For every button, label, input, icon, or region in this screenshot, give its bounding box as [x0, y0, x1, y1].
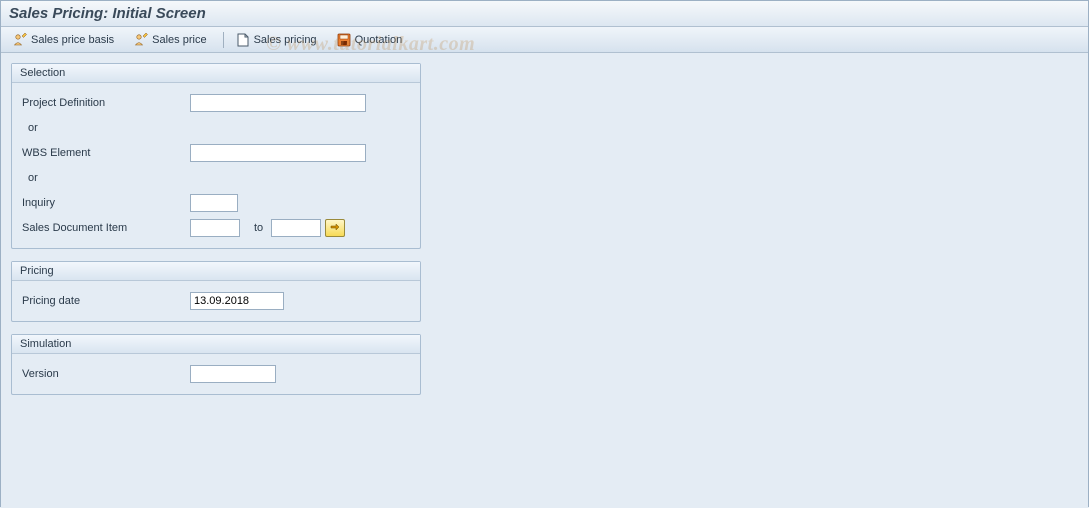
- arrow-right-icon: [330, 222, 340, 235]
- or-label-1: or: [20, 122, 38, 134]
- sales-price-label: Sales price: [152, 34, 206, 46]
- sales-document-item-row: Sales Document Item to: [20, 217, 412, 239]
- wbs-element-input[interactable]: [190, 144, 366, 162]
- toolbar-separator: [223, 32, 224, 48]
- document-icon: [236, 33, 250, 47]
- application-toolbar: Sales price basis Sales price Sales pric…: [1, 27, 1088, 53]
- sales-pricing-label: Sales pricing: [254, 34, 317, 46]
- title-bar: Sales Pricing: Initial Screen: [1, 1, 1088, 27]
- version-label: Version: [20, 368, 190, 380]
- wbs-element-row: WBS Element: [20, 142, 412, 164]
- project-definition-row: Project Definition: [20, 92, 412, 114]
- person-pencil-icon: [134, 33, 148, 47]
- version-input[interactable]: [190, 365, 276, 383]
- sales-document-item-to-input[interactable]: [271, 219, 321, 237]
- selection-group: Selection Project Definition or WBS Elem…: [11, 63, 421, 249]
- quotation-label: Quotation: [355, 34, 403, 46]
- simulation-group-title: Simulation: [12, 335, 420, 354]
- multiple-selection-button[interactable]: [325, 219, 345, 237]
- pricing-date-row: Pricing date: [20, 290, 412, 312]
- pricing-group-title: Pricing: [12, 262, 420, 281]
- sales-document-item-label: Sales Document Item: [20, 222, 190, 234]
- pricing-group: Pricing Pricing date: [11, 261, 421, 322]
- inquiry-input[interactable]: [190, 194, 238, 212]
- sales-pricing-button[interactable]: Sales pricing: [232, 31, 321, 49]
- sales-price-basis-label: Sales price basis: [31, 34, 114, 46]
- save-icon: [337, 33, 351, 47]
- sales-price-basis-button[interactable]: Sales price basis: [9, 31, 118, 49]
- selection-group-title: Selection: [12, 64, 420, 83]
- version-row: Version: [20, 363, 412, 385]
- content-area: Selection Project Definition or WBS Elem…: [1, 53, 1088, 508]
- sales-price-button[interactable]: Sales price: [130, 31, 210, 49]
- or-label-2: or: [20, 172, 38, 184]
- pricing-date-label: Pricing date: [20, 295, 190, 307]
- or-row-1: or: [20, 117, 412, 139]
- inquiry-row: Inquiry: [20, 192, 412, 214]
- inquiry-label: Inquiry: [20, 197, 190, 209]
- to-label: to: [254, 222, 263, 234]
- wbs-element-label: WBS Element: [20, 147, 190, 159]
- person-pencil-icon: [13, 33, 27, 47]
- project-definition-input[interactable]: [190, 94, 366, 112]
- quotation-button[interactable]: Quotation: [333, 31, 407, 49]
- simulation-group: Simulation Version: [11, 334, 421, 395]
- project-definition-label: Project Definition: [20, 97, 190, 109]
- page-title: Sales Pricing: Initial Screen: [9, 5, 1080, 22]
- sales-document-item-from-input[interactable]: [190, 219, 240, 237]
- or-row-2: or: [20, 167, 412, 189]
- pricing-date-input[interactable]: [190, 292, 284, 310]
